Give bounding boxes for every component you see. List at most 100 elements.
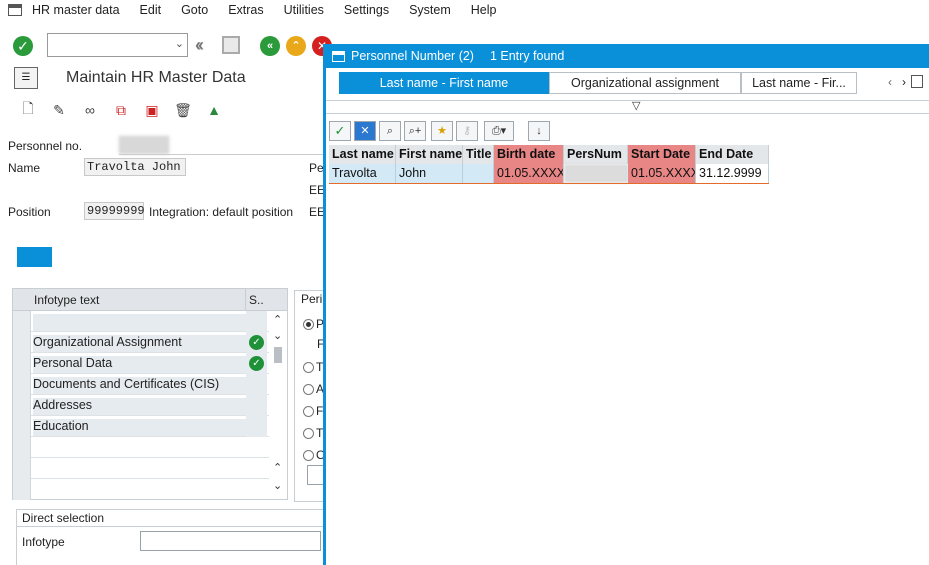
tab-last-name-first-name-2[interactable]: Last name - Fir... [741, 72, 857, 94]
menu-settings[interactable]: Settings [344, 3, 389, 17]
header-divider [119, 154, 323, 155]
column-header-persnum[interactable]: PersNum [564, 145, 628, 164]
period-option[interactable]: A [303, 382, 324, 396]
chevron-down-icon[interactable]: ⌄ [175, 37, 184, 50]
status-column-header[interactable]: S.. [249, 293, 264, 307]
table-scrollbar[interactable]: ⌃ ⌄ ⌃ ⌄ [270, 311, 287, 499]
display-glasses-icon[interactable]: ∞ [80, 100, 100, 120]
row-selector[interactable] [13, 479, 31, 500]
table-row[interactable] [13, 311, 269, 332]
expand-restrictions-icon[interactable]: ▽ [632, 99, 640, 112]
delimit-icon[interactable]: ▣ [142, 100, 162, 120]
green-checkmark-icon: ✓ [249, 356, 264, 371]
tab-scroll-right-icon[interactable]: › [902, 75, 906, 89]
scroll-down-icon[interactable]: ⌄ [273, 479, 282, 492]
column-header-first-name[interactable]: First name [396, 145, 463, 164]
cell-first-name[interactable]: John [396, 164, 463, 183]
restrictions-bar[interactable]: ▽ [326, 100, 929, 114]
table-row[interactable]: Documents and Certificates (CIS) [13, 374, 269, 395]
add-favorite-icon[interactable]: ★ [431, 121, 453, 141]
double-chevron-left-icon[interactable]: ‹‹ [195, 35, 204, 56]
table-row[interactable] [13, 458, 269, 479]
scroll-up-icon[interactable]: ⌃ [273, 313, 282, 326]
cell-last-name[interactable]: Travolta [329, 164, 396, 183]
enter-checkmark-icon[interactable]: ✓ [13, 36, 33, 56]
column-header-last-name[interactable]: Last name [329, 145, 396, 164]
radio[interactable] [303, 383, 314, 395]
row-selector[interactable] [13, 437, 31, 458]
table-row[interactable]: Addresses [13, 395, 269, 416]
save-icon[interactable] [222, 36, 240, 54]
table-row[interactable]: Organizational Assignment ✓ [13, 332, 269, 353]
active-tab-indicator[interactable] [17, 247, 52, 267]
row-selector[interactable] [13, 374, 31, 395]
back-icon[interactable]: « [260, 36, 280, 56]
cell-title[interactable] [463, 164, 494, 183]
period-option[interactable]: O [303, 448, 325, 462]
infotype-input[interactable] [140, 531, 321, 551]
overview-mountain-icon[interactable]: ▲ [204, 100, 224, 120]
scroll-thumb[interactable] [274, 347, 282, 363]
sort-icon[interactable]: ↓ [528, 121, 550, 141]
personnel-no-field[interactable] [119, 136, 169, 154]
command-field[interactable]: ⌄ [47, 33, 188, 57]
row-selector[interactable] [13, 332, 31, 353]
row-selector[interactable] [13, 311, 31, 332]
window-icon[interactable] [332, 50, 345, 62]
menu-system[interactable]: System [409, 3, 451, 17]
find-next-binoculars-icon[interactable]: ⌕+ [404, 121, 426, 141]
copy-icon[interactable]: ⧉ [111, 100, 131, 120]
print-menu-icon[interactable]: ⎙▾ [484, 121, 514, 141]
menu-extras[interactable]: Extras [228, 3, 263, 17]
confirm-checkmark-icon[interactable]: ✓ [329, 121, 351, 141]
infotype-table: Infotype text S.. Organizational Assignm… [12, 288, 288, 500]
change-pencil-icon[interactable]: ✎ [49, 100, 69, 120]
find-binoculars-icon[interactable]: ⌕ [379, 121, 401, 141]
screen-menu-icon[interactable]: ☰ [14, 67, 38, 89]
cell-birth-date[interactable]: 01.05.XXXX [494, 164, 564, 183]
row-selector[interactable] [13, 353, 31, 374]
table-row[interactable]: Personal Data ✓ [13, 353, 269, 374]
row-selector[interactable] [13, 458, 31, 479]
menu-goto[interactable]: Goto [181, 3, 208, 17]
column-header-title[interactable]: Title [463, 145, 494, 164]
cell-persnum[interactable] [564, 164, 628, 183]
period-option[interactable]: F [303, 404, 323, 418]
cell-end-date[interactable]: 31.12.9999 [696, 164, 769, 183]
menu-hr-master-data[interactable]: HR master data [32, 3, 120, 17]
radio[interactable] [303, 361, 314, 373]
cell-start-date[interactable]: 01.05.XXXX [628, 164, 696, 183]
period-option[interactable]: T [303, 426, 323, 440]
dialog-titlebar[interactable]: Personnel Number (2) 1 Entry found [326, 44, 929, 68]
exit-icon[interactable]: ⌃ [286, 36, 306, 56]
column-header-end-date[interactable]: End Date [696, 145, 769, 164]
menu-edit[interactable]: Edit [140, 3, 162, 17]
scroll-down-icon[interactable]: ⌄ [273, 329, 282, 342]
period-option[interactable]: P [303, 317, 324, 331]
column-header-start-date[interactable]: Start Date [628, 145, 696, 164]
tab-scroll-left-icon[interactable]: ‹ [888, 75, 892, 89]
radio[interactable] [303, 405, 314, 417]
tab-last-name-first-name[interactable]: Last name - First name [339, 72, 549, 94]
row-selector[interactable] [13, 416, 31, 437]
column-header-birth-date[interactable]: Birth date [494, 145, 564, 164]
infotype-text-column-header[interactable]: Infotype text [34, 293, 99, 307]
row-selector[interactable] [13, 395, 31, 416]
cancel-x-icon[interactable]: ✕ [354, 121, 376, 141]
menu-utilities[interactable]: Utilities [284, 3, 324, 17]
table-row[interactable] [13, 437, 269, 458]
period-option[interactable]: T [303, 360, 323, 374]
radio[interactable] [303, 449, 314, 461]
radio-selected[interactable] [303, 318, 314, 330]
system-menu-icon[interactable] [8, 4, 22, 16]
menu-help[interactable]: Help [471, 3, 497, 17]
table-row[interactable]: Education [13, 416, 269, 437]
tab-organizational-assignment[interactable]: Organizational assignment [549, 72, 741, 94]
position-text: Integration: default position [149, 205, 294, 219]
table-row[interactable] [13, 479, 269, 500]
radio[interactable] [303, 427, 314, 439]
scroll-up-icon[interactable]: ⌃ [273, 461, 282, 474]
tab-list-icon[interactable] [911, 75, 923, 88]
delete-trash-icon[interactable]: 🗑 [173, 100, 193, 120]
create-icon[interactable]: 🗋 [18, 100, 38, 120]
